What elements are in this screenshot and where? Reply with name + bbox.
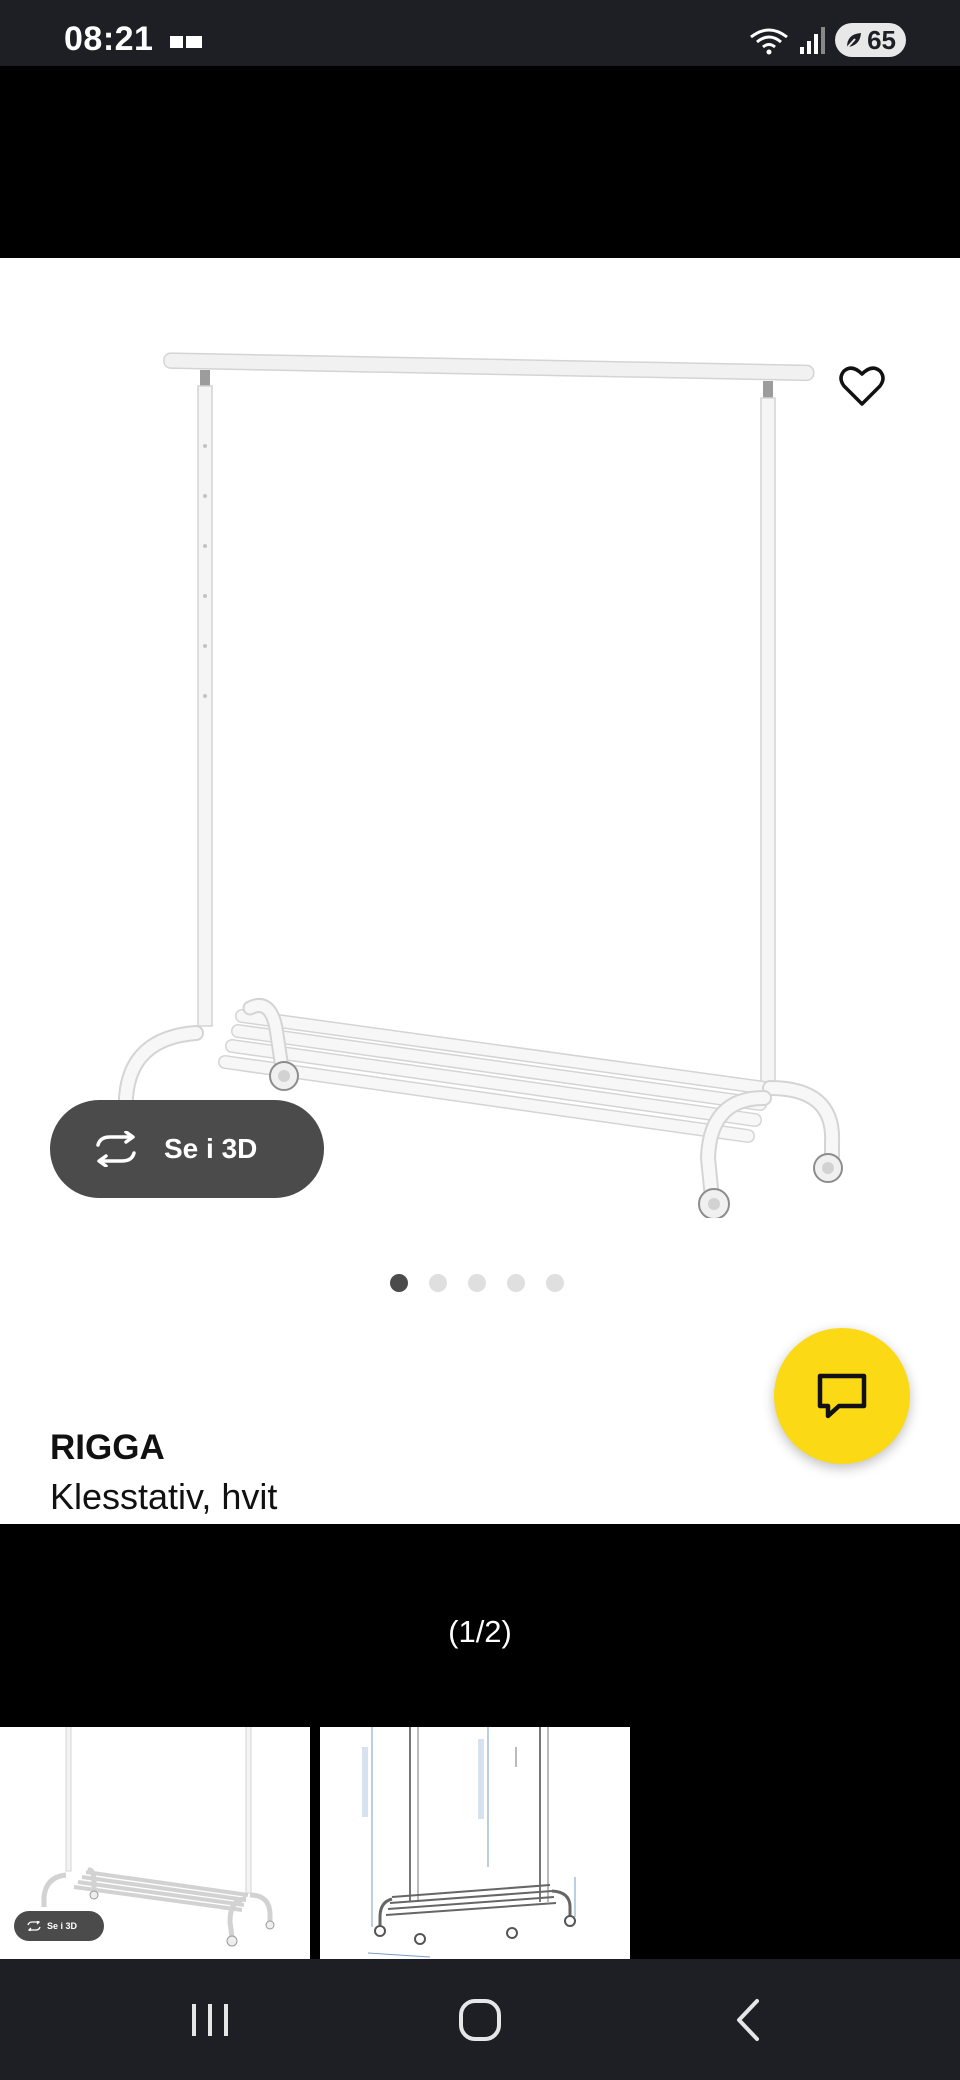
image-counter: (1/2) [448,1614,512,1649]
thumbnail-3d-badge: Se i 3D [14,1911,104,1941]
dimensions-drawing-icon [362,1727,576,1958]
battery-indicator: 65 [835,23,906,57]
see-in-3d-button[interactable]: Se i 3D [50,1100,324,1198]
home-button[interactable] [420,1959,540,2080]
carousel-dot[interactable] [507,1274,525,1292]
status-icons: 65 [749,20,906,60]
see-in-3d-label: Se i 3D [164,1133,258,1164]
recents-icon [192,2003,228,2036]
chat-button[interactable] [774,1328,910,1464]
wifi-icon [750,28,788,55]
heart-icon[interactable] [836,360,888,412]
thumbnail-2[interactable] [320,1727,630,1959]
battery-level: 65 [867,24,896,55]
product-description: Klesstativ, hvit [50,1476,278,1517]
product-name: RIGGA [50,1428,165,1467]
carousel-dots [390,1274,564,1292]
product-image[interactable] [100,298,860,1218]
back-icon [737,1998,759,2041]
back-button[interactable] [688,1959,808,2080]
rotate-3d-icon [27,1921,41,1931]
status-time: 08:21 [64,20,154,58]
thumbnail-1[interactable]: Se i 3D [0,1727,310,1959]
notification-icon [170,36,202,48]
carousel-dot[interactable] [390,1274,408,1292]
carousel-dot[interactable] [468,1274,486,1292]
carousel-dot[interactable] [429,1274,447,1292]
chat-icon [817,1373,867,1419]
battery-saver-icon [845,33,862,50]
thumbnail-3d-label: Se i 3D [47,1921,78,1931]
rotate-3d-icon [96,1131,136,1167]
home-icon [459,1998,501,2041]
status-bar: 08:21 65 [0,0,960,66]
signal-icon [800,27,826,54]
system-nav-bar [0,1959,960,2080]
carousel-dot[interactable] [546,1274,564,1292]
recents-button[interactable] [150,1959,270,2080]
product-card: Se i 3D RIGGA Klesstativ, hvit [0,258,960,1524]
